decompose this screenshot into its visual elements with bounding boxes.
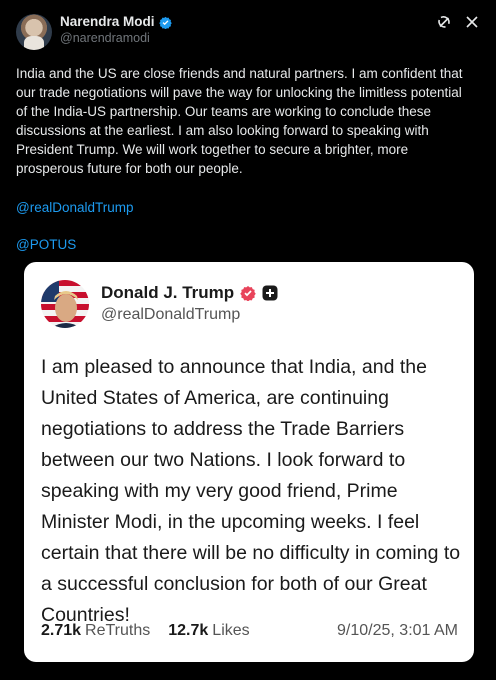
grok-icon[interactable] xyxy=(436,14,452,30)
embedded-truth-card[interactable]: Donald J. Trump @realDonaldTrump I am pl… xyxy=(24,262,474,662)
author-name[interactable]: Narendra Modi xyxy=(60,14,155,30)
card-author-name[interactable]: Donald J. Trump xyxy=(101,282,234,304)
likes-label: Likes xyxy=(212,622,250,639)
verified-badge-icon xyxy=(158,16,172,29)
close-icon[interactable] xyxy=(464,14,480,30)
timestamp[interactable]: 9/10/25, 3:01 AM xyxy=(337,622,458,640)
retruths-stat[interactable]: 2.71k ReTruths xyxy=(41,622,150,640)
header-actions xyxy=(436,14,480,30)
truth-text: I am pleased to announce that India, and… xyxy=(41,356,461,626)
mention-potus[interactable]: @POTUS xyxy=(16,235,480,254)
author-block: Narendra Modi @narendramodi xyxy=(60,14,172,46)
card-handle[interactable]: @realDonaldTrump xyxy=(101,304,278,326)
likes-count: 12.7k xyxy=(168,622,209,639)
retruths-count: 2.71k xyxy=(41,622,82,639)
card-name-row: Donald J. Trump xyxy=(101,282,278,304)
verified-check-icon xyxy=(240,285,256,302)
plus-badge-icon xyxy=(262,285,278,301)
retruths-label: ReTruths xyxy=(85,622,151,639)
mention-realdonaldtrump[interactable]: @realDonaldTrump xyxy=(16,198,480,217)
post-body: India and the US are close friends and n… xyxy=(16,66,463,176)
card-footer: 2.71k ReTruths 12.7k Likes 9/10/25, 3:01 A… xyxy=(41,622,458,640)
card-author-block: Donald J. Trump @realDonaldTrump xyxy=(101,282,278,326)
author-handle[interactable]: @narendramodi xyxy=(60,30,172,46)
avatar[interactable] xyxy=(16,14,52,50)
author-name-row: Narendra Modi xyxy=(60,14,172,30)
post-header: Narendra Modi @narendramodi xyxy=(16,14,480,54)
trump-avatar[interactable] xyxy=(41,280,89,328)
card-header: Donald J. Trump @realDonaldTrump xyxy=(41,278,458,330)
likes-stat[interactable]: 12.7k Likes xyxy=(168,622,249,640)
